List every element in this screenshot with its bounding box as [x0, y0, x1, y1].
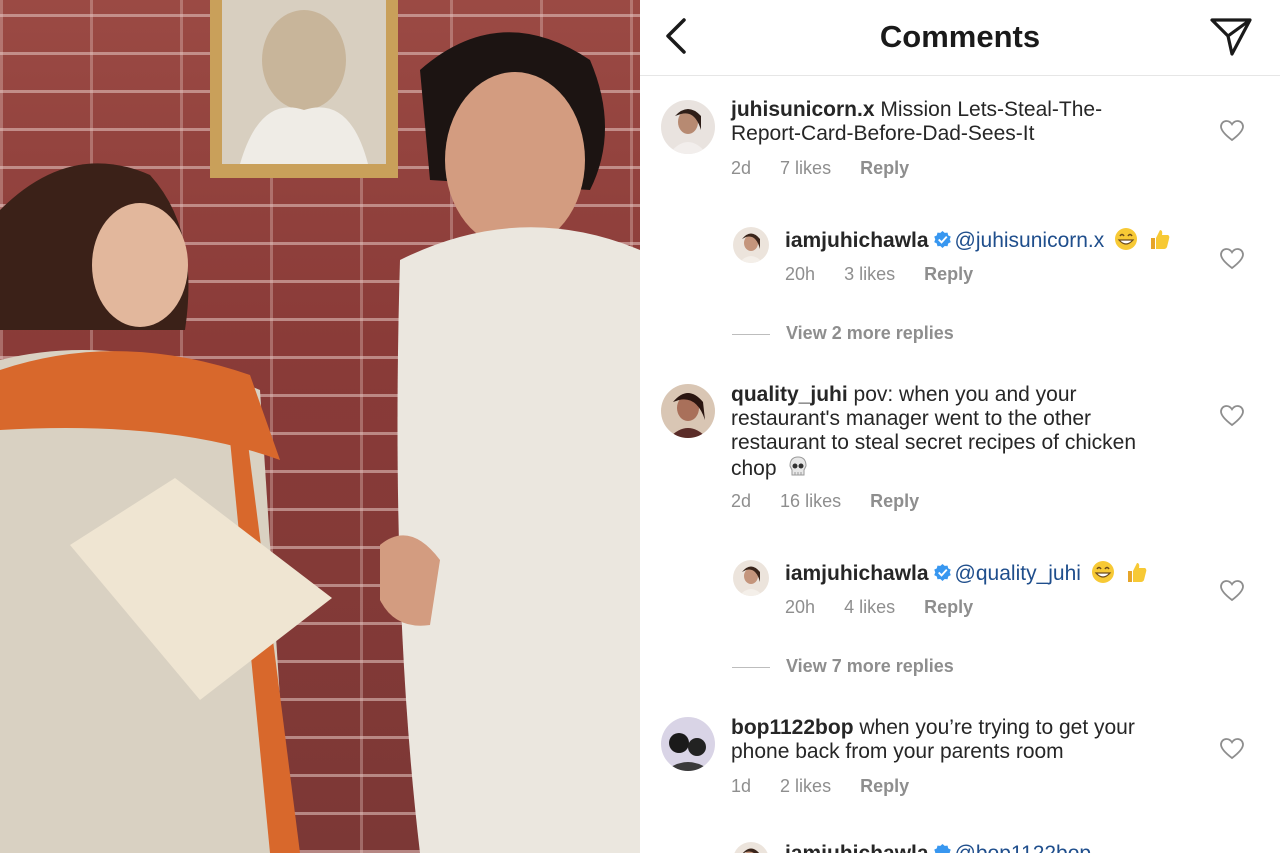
divider-line	[732, 333, 770, 335]
comment-body: pov: when you and your	[847, 383, 1077, 406]
avatar[interactable]	[733, 842, 769, 853]
comment-body: phone back from your parents room	[731, 740, 1064, 763]
divider-line	[732, 666, 770, 668]
mention-link[interactable]: @bop1122bop	[955, 842, 1092, 853]
comment-meta: 1d 2 likes Reply	[731, 776, 933, 797]
reply-button[interactable]: Reply	[860, 158, 909, 178]
comment-likes[interactable]: 16 likes	[780, 491, 841, 511]
man-face	[445, 72, 585, 248]
view-more-label: View 7 more replies	[786, 656, 954, 676]
comment-likes[interactable]: 2 likes	[780, 776, 831, 796]
comment-username[interactable]: bop1122bop	[731, 716, 854, 739]
reply-likes[interactable]: 4 likes	[844, 597, 895, 617]
heart-icon[interactable]	[1220, 248, 1244, 270]
comment-text: quality_juhi pov: when you and your rest…	[731, 383, 1211, 481]
avatar[interactable]	[733, 560, 769, 596]
comment-time: 2d	[731, 491, 752, 511]
comment-username[interactable]: quality_juhi	[731, 383, 848, 406]
comment-body: restaurant to steal secret recipes of ch…	[731, 431, 1137, 454]
view-more-replies[interactable]: View 2 more replies	[732, 323, 954, 344]
comment-body: Report-Card-Before-Dad-Sees-It	[731, 122, 1035, 145]
comment-body: restaurant's manager went to the other	[731, 407, 1092, 430]
view-more-label: View 2 more replies	[786, 323, 954, 343]
comment-body: Mission Lets-Steal-The-	[874, 98, 1103, 121]
avatar[interactable]	[661, 717, 715, 771]
verified-badge-icon	[933, 563, 951, 582]
comment-time: 2d	[731, 158, 752, 178]
reply-username[interactable]: iamjuhichawla	[785, 842, 929, 853]
reply-button[interactable]: Reply	[860, 776, 909, 796]
comment-text: juhisunicorn.x Mission Lets-Steal-The- R…	[731, 98, 1211, 146]
page-title: Comments	[879, 19, 1041, 54]
verified-badge-icon	[933, 230, 951, 249]
comment-meta: 2d 16 likes Reply	[731, 491, 943, 512]
reply-likes[interactable]: 3 likes	[844, 264, 895, 284]
reply-text: iamjuhichawla @bop1122bop	[785, 842, 1215, 853]
comment-time: 1d	[731, 776, 752, 796]
heart-icon[interactable]	[1220, 405, 1244, 427]
grinning-emoji-icon	[1115, 228, 1138, 250]
verified-badge-icon	[933, 843, 951, 853]
reply-meta: 20h 3 likes Reply	[785, 264, 997, 285]
comment-body: when you’re trying to get your	[853, 716, 1135, 739]
avatar[interactable]	[661, 100, 715, 154]
reply-text: iamjuhichawla @juhisunicorn.x	[785, 227, 1215, 253]
reply-username[interactable]: iamjuhichawla	[785, 562, 929, 585]
reply-time: 20h	[785, 597, 816, 617]
man-kurta	[397, 227, 640, 853]
thumbs-up-emoji-icon	[1127, 563, 1146, 582]
avatar[interactable]	[733, 227, 769, 263]
mention-link[interactable]: @quality_juhi	[955, 562, 1081, 585]
reply-button[interactable]: Reply	[924, 597, 973, 617]
view-more-replies[interactable]: View 7 more replies	[732, 656, 954, 677]
comment-username[interactable]: juhisunicorn.x	[731, 98, 875, 121]
comment-body: chop	[731, 457, 777, 480]
reply-meta: 20h 4 likes Reply	[785, 597, 997, 618]
comment-meta: 2d 7 likes Reply	[731, 158, 933, 179]
send-icon[interactable]	[1208, 14, 1254, 60]
reply-username[interactable]: iamjuhichawla	[785, 229, 929, 252]
heart-icon[interactable]	[1220, 580, 1244, 602]
mention-link[interactable]: @juhisunicorn.x	[955, 229, 1105, 252]
woman-face	[92, 203, 188, 327]
reply-button[interactable]: Reply	[924, 264, 973, 284]
comments-header: Comments	[640, 0, 1280, 76]
comments-panel: Comments juhisunicorn.x Mission Lets-Ste…	[640, 0, 1280, 853]
post-photo	[0, 0, 640, 853]
reply-text: iamjuhichawla @quality_juhi	[785, 560, 1215, 586]
comment-likes[interactable]: 7 likes	[780, 158, 831, 178]
heart-icon[interactable]	[1220, 120, 1244, 142]
grinning-emoji-icon	[1091, 561, 1114, 583]
reply-time: 20h	[785, 264, 816, 284]
heart-icon[interactable]	[1220, 738, 1244, 760]
reply-button[interactable]: Reply	[870, 491, 919, 511]
thumbs-up-emoji-icon	[1150, 230, 1170, 249]
comment-text: bop1122bop when you’re trying to get you…	[731, 716, 1211, 764]
skull-emoji-icon	[789, 456, 807, 476]
avatar[interactable]	[661, 384, 715, 438]
photo-illustration	[0, 0, 640, 853]
